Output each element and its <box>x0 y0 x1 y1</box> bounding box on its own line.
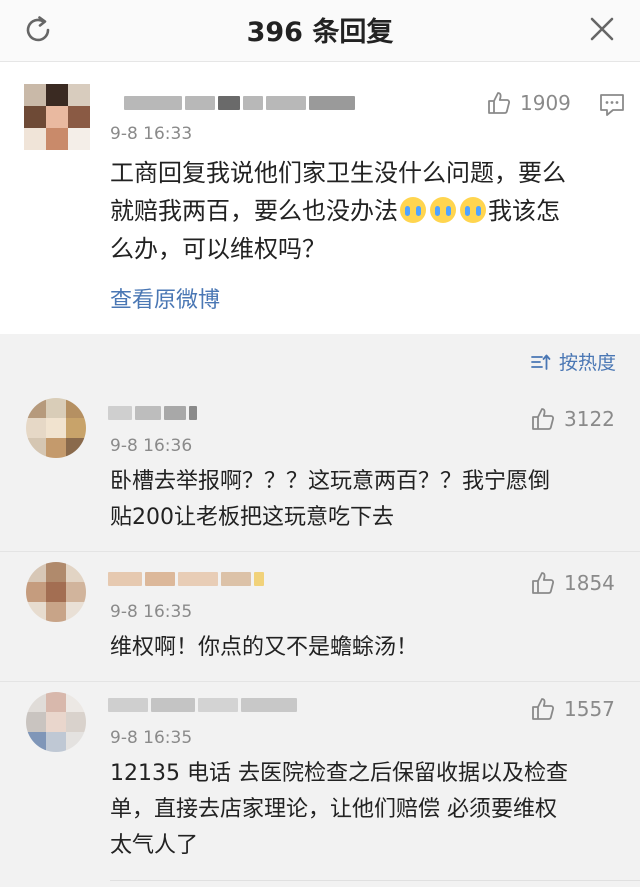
comment-text-line: 卧槽去举报啊？？？这玩意两百？？我宁愿倒 <box>110 469 551 494</box>
avatar[interactable] <box>24 84 90 150</box>
post-text-line: 么办，可以维权吗？ <box>110 235 326 263</box>
comment-text-line: 单，直接去店家理论，让他们赔偿 必须要维权 <box>110 797 557 822</box>
sort-label: 按热度 <box>558 352 616 374</box>
close-icon[interactable] <box>588 15 616 43</box>
top-bar: 396 条回复 <box>0 0 640 62</box>
comment-item: 9-8 16:36 3122 卧槽去举报啊？？？这玩意两百？？我宁愿倒 贴200… <box>0 386 640 552</box>
like-button[interactable]: 1854 <box>530 570 615 596</box>
post-text-line: 就赔我两百，要么也没办法 我该怎 <box>110 192 630 230</box>
view-original-link[interactable]: 查看原微博 <box>110 282 220 314</box>
avatar[interactable] <box>26 692 86 752</box>
comment-time: 9-8 16:36 <box>110 436 193 456</box>
sort-icon <box>531 354 551 370</box>
like-button[interactable]: 1557 <box>530 696 615 722</box>
post-time: 9-8 16:33 <box>110 124 193 144</box>
crying-face-icon <box>430 197 456 223</box>
comment-text: 维权啊！你点的又不是蟾蜍汤！ <box>110 630 418 666</box>
username-blurred[interactable] <box>108 698 297 712</box>
like-count: 3122 <box>564 407 615 431</box>
like-button[interactable]: 1909 <box>486 90 571 116</box>
crying-face-icon <box>460 197 486 223</box>
thumbs-up-icon <box>532 698 555 720</box>
comment-text: 12135 电话 去医院检查之后保留收据以及检查 单，直接去店家理论，让他们赔偿… <box>110 756 568 864</box>
like-count: 1557 <box>564 697 615 721</box>
sort-button[interactable]: 按热度 <box>531 348 616 375</box>
post-text-line: 工商回复我说他们家卫生没什么问题，要么 <box>110 159 566 187</box>
post-text: 工商回复我说他们家卫生没什么问题，要么 就赔我两百，要么也没办法 我该怎 么办，可… <box>110 154 630 268</box>
username-blurred[interactable] <box>108 406 197 420</box>
avatar[interactable] <box>26 398 86 458</box>
username-blurred[interactable] <box>108 572 264 586</box>
comment-item: 9-8 16:35 1557 12135 电话 去医院检查之后保留收据以及检查 … <box>0 682 640 887</box>
thumbs-up-icon <box>488 92 511 114</box>
like-count: 1854 <box>564 571 615 595</box>
page-title: 396 条回复 <box>246 17 394 48</box>
avatar[interactable] <box>26 562 86 622</box>
comment-item: 9-8 16:35 1854 维权啊！你点的又不是蟾蜍汤！ <box>0 552 640 682</box>
main-post: 9-8 16:33 1909 工商回复我说他们家卫生没什么问题，要么 就赔我两百… <box>0 62 640 334</box>
crying-face-icon <box>400 197 426 223</box>
like-count: 1909 <box>520 91 571 115</box>
comment-text-line: 贴200让老板把这玩意吃下去 <box>110 505 394 530</box>
post-text-segment: 就赔我两百，要么也没办法 <box>110 197 398 225</box>
like-button[interactable]: 3122 <box>530 406 615 432</box>
post-text-segment: 我该怎 <box>488 197 560 225</box>
comment-icon[interactable] <box>598 92 626 118</box>
thumbs-up-icon <box>532 408 555 430</box>
comment-text-line: 12135 电话 去医院检查之后保留收据以及检查 <box>110 761 568 786</box>
username-blurred[interactable] <box>124 96 355 110</box>
comment-text: 卧槽去举报啊？？？这玩意两百？？我宁愿倒 贴200让老板把这玩意吃下去 <box>110 464 550 536</box>
sort-bar: 按热度 <box>0 334 640 386</box>
comment-time: 9-8 16:35 <box>110 602 193 622</box>
comment-time: 9-8 16:35 <box>110 728 193 748</box>
comment-text-line: 维权啊！你点的又不是蟾蜍汤！ <box>110 635 419 660</box>
divider <box>110 880 640 881</box>
thumbs-up-icon <box>532 572 555 594</box>
comment-text-line: 太气人了 <box>110 833 199 858</box>
